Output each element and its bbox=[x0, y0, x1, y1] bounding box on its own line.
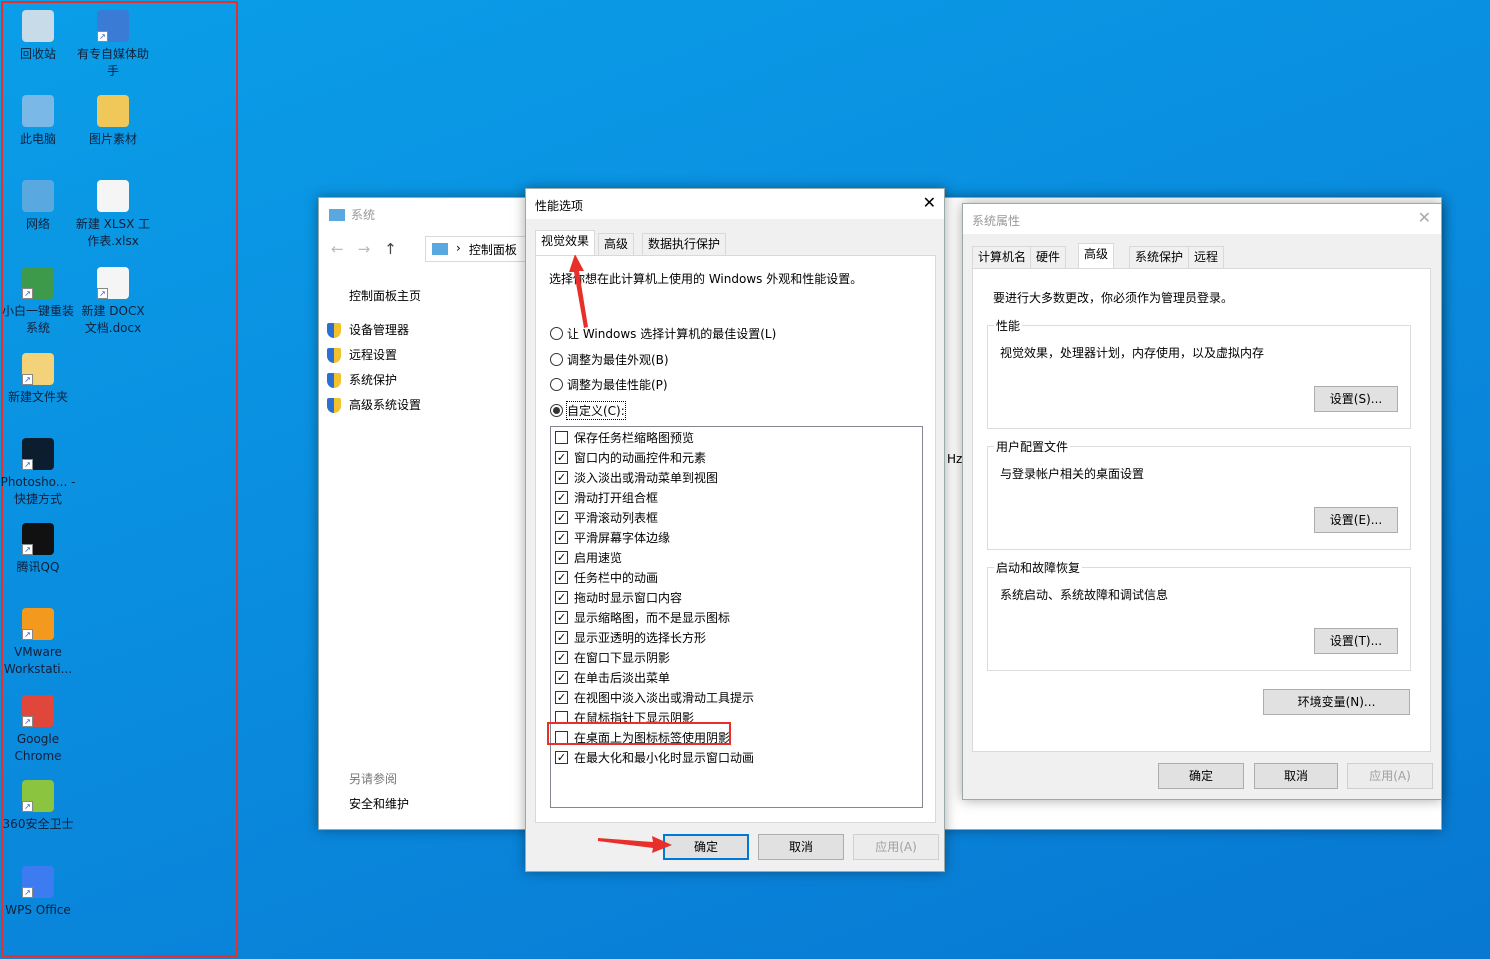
annotation-arrow-right bbox=[598, 836, 672, 853]
annotation-arrow-up bbox=[569, 254, 588, 328]
annotation-arrows bbox=[569, 254, 672, 853]
tab[interactable]: 高级 bbox=[1078, 243, 1115, 268]
tab[interactable]: 视觉效果 bbox=[535, 230, 596, 255]
